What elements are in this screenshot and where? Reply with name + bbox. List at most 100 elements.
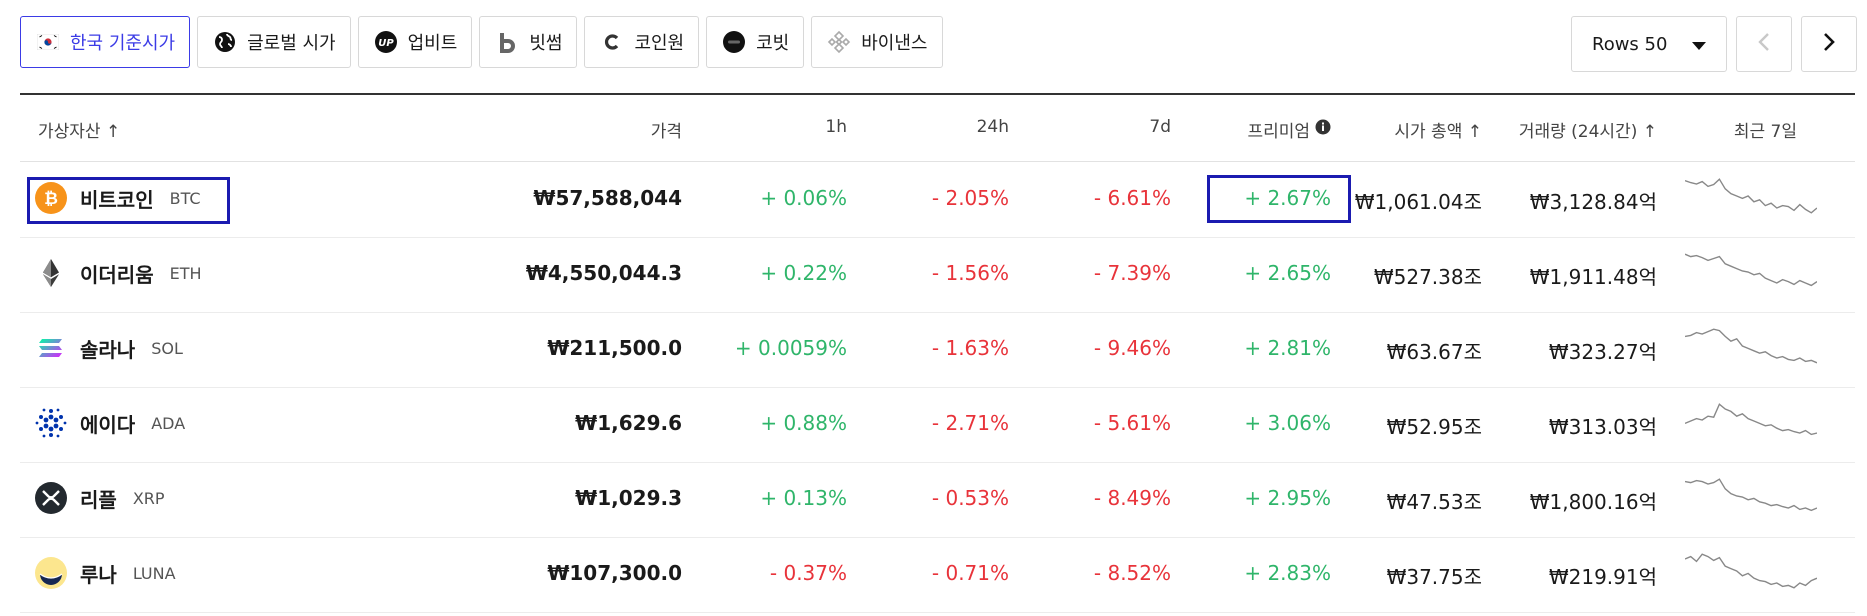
- sparkline-7d: [1684, 247, 1818, 299]
- asset-symbol: XRP: [132, 488, 165, 508]
- binance-logo-icon: [826, 29, 852, 55]
- tab-label: 글로벌 시가: [247, 33, 336, 54]
- change-24h-cell: - 2.71%: [931, 411, 1009, 435]
- premium-cell: + 2.81%: [1244, 336, 1331, 360]
- premium-cell: + 2.83%: [1244, 561, 1331, 585]
- cardano-icon: [34, 406, 68, 440]
- change-1h-cell: + 0.88%: [760, 411, 847, 435]
- asset-symbol: LUNA: [132, 563, 176, 583]
- xrp-icon: [34, 481, 68, 515]
- change-1h-cell: + 0.0059%: [734, 336, 847, 360]
- table-row[interactable]: 리플 XRP ₩1,029.3 + 0.13% - 0.53% - 8.49% + 2.95…: [20, 462, 1855, 538]
- market-cap-cell: ₩63.67조: [1386, 340, 1482, 364]
- change-7d-cell: - 6.61%: [1093, 186, 1171, 210]
- upbit-logo-icon: UP: [373, 29, 399, 55]
- premium-cell: + 3.06%: [1244, 411, 1331, 435]
- table-row[interactable]: 루나 LUNA ₩107,300.0 - 0.37% - 0.71% - 8.52% + 2…: [20, 537, 1855, 613]
- premium-cell: + 2.95%: [1244, 486, 1331, 510]
- highlight-box-asset: [27, 177, 230, 224]
- change-7d-cell: - 8.49%: [1093, 486, 1171, 510]
- tab-upbit[interactable]: UP 업비트: [357, 16, 473, 68]
- market-cap-cell: ₩1,061.04조: [1354, 190, 1482, 214]
- asset-cell[interactable]: 에이다 ADA: [34, 401, 185, 445]
- table-row[interactable]: ₿ 비트코인 BTC ₩57,588,044 + 0.06% - 2.05% - 6.61%…: [20, 162, 1855, 238]
- tab-coinone[interactable]: 코인원: [584, 16, 700, 68]
- solana-icon: [34, 331, 68, 365]
- info-icon[interactable]: [1315, 119, 1331, 140]
- market-cap-cell: ₩37.75조: [1386, 565, 1482, 589]
- change-7d-cell: - 9.46%: [1093, 336, 1171, 360]
- korbit-logo-icon: [721, 29, 747, 55]
- header-1h: 1h: [825, 117, 847, 137]
- header-premium-label: 프리미엄: [1247, 122, 1310, 142]
- asset-symbol: SOL: [151, 338, 183, 358]
- market-cap-cell: ₩47.53조: [1386, 490, 1482, 514]
- globe-icon: [212, 29, 238, 55]
- tab-label: 코인원: [634, 33, 685, 54]
- market-cap-cell: ₩52.95조: [1386, 415, 1482, 439]
- bithumb-logo-icon: [494, 29, 520, 55]
- prev-page-button[interactable]: [1736, 16, 1792, 72]
- asset-cell[interactable]: 리플 XRP: [34, 476, 165, 520]
- header-price: 가격: [650, 122, 682, 142]
- tab-global-price[interactable]: 글로벌 시가: [197, 16, 351, 68]
- table-row[interactable]: 이더리움 ETH ₩4,550,044.3 + 0.22% - 1.56% - 7.39%…: [20, 237, 1855, 313]
- table-controls: Rows 50: [1571, 16, 1857, 72]
- table-row[interactable]: 에이다 ADA ₩1,629.6 + 0.88% - 2.71% - 5.61% + 3.0…: [20, 387, 1855, 463]
- price-cell: ₩1,029.3: [575, 486, 682, 510]
- tab-label: 바이낸스: [861, 33, 928, 54]
- change-24h-cell: - 1.63%: [931, 336, 1009, 360]
- asset-cell[interactable]: 이더리움 ETH: [34, 251, 202, 295]
- change-24h-cell: - 0.71%: [931, 561, 1009, 585]
- rows-select-label: Rows 50: [1592, 33, 1668, 55]
- highlight-box-premium: [1207, 175, 1351, 223]
- tab-label: 코빗: [756, 33, 790, 54]
- sparkline-7d: [1684, 172, 1818, 224]
- price-cell: ₩107,300.0: [547, 561, 682, 585]
- change-24h-cell: - 1.56%: [931, 261, 1009, 285]
- market-source-tabs: 한국 기준시가 글로벌 시가 UP 업비트 빗썸 코인원 코빗 바이낸스: [20, 16, 943, 70]
- price-cell: ₩211,500.0: [547, 336, 682, 360]
- tab-bithumb[interactable]: 빗썸: [479, 16, 578, 68]
- price-cell: ₩1,629.6: [575, 411, 682, 435]
- change-1h-cell: - 0.37%: [769, 561, 847, 585]
- asset-cell[interactable]: 솔라나 SOL: [34, 326, 183, 370]
- rows-per-page-select[interactable]: Rows 50: [1571, 16, 1727, 72]
- header-24h: 24h: [976, 117, 1009, 137]
- coinone-logo-icon: [599, 29, 625, 55]
- market-cap-cell: ₩527.38조: [1373, 265, 1482, 289]
- asset-symbol: ETH: [169, 263, 202, 283]
- volume-cell: ₩313.03억: [1548, 415, 1657, 439]
- table-row[interactable]: 솔라나 SOL ₩211,500.0 + 0.0059% - 1.63% - 9.46% +…: [20, 312, 1855, 388]
- tab-korbit[interactable]: 코빗: [706, 16, 805, 68]
- asset-name: 에이다: [80, 412, 136, 437]
- header-volume[interactable]: 거래량 (24시간) ↑: [1519, 117, 1657, 142]
- volume-cell: ₩1,800.16억: [1529, 490, 1657, 514]
- premium-cell: + 2.65%: [1244, 261, 1331, 285]
- header-asset[interactable]: 가상자산 ↑: [38, 117, 120, 142]
- change-1h-cell: + 0.06%: [760, 186, 847, 210]
- asset-name: 이더리움: [80, 262, 154, 287]
- change-1h-cell: + 0.22%: [760, 261, 847, 285]
- header-7d: 7d: [1149, 117, 1171, 137]
- change-24h-cell: - 0.53%: [931, 486, 1009, 510]
- tab-binance[interactable]: 바이낸스: [811, 16, 943, 68]
- change-7d-cell: - 5.61%: [1093, 411, 1171, 435]
- change-7d-cell: - 8.52%: [1093, 561, 1171, 585]
- sparkline-7d: [1684, 547, 1818, 599]
- price-cell: ₩4,550,044.3: [525, 261, 682, 285]
- volume-cell: ₩323.27억: [1548, 340, 1657, 364]
- next-page-button[interactable]: [1801, 16, 1857, 72]
- header-market-cap[interactable]: 시가 총액 ↑: [1394, 117, 1482, 142]
- chevron-left-icon: [1758, 32, 1770, 56]
- svg-text:UP: UP: [378, 38, 394, 49]
- volume-cell: ₩1,911.48억: [1529, 265, 1657, 289]
- chevron-right-icon: [1823, 32, 1835, 56]
- tab-korea-price[interactable]: 한국 기준시가: [20, 16, 191, 68]
- volume-cell: ₩3,128.84억: [1529, 190, 1657, 214]
- change-1h-cell: + 0.13%: [760, 486, 847, 510]
- asset-symbol: ADA: [151, 413, 186, 433]
- korea-flag-icon: [35, 29, 61, 55]
- asset-cell[interactable]: 루나 LUNA: [34, 551, 176, 595]
- header-recent-7d: 최근 7일: [1733, 122, 1797, 142]
